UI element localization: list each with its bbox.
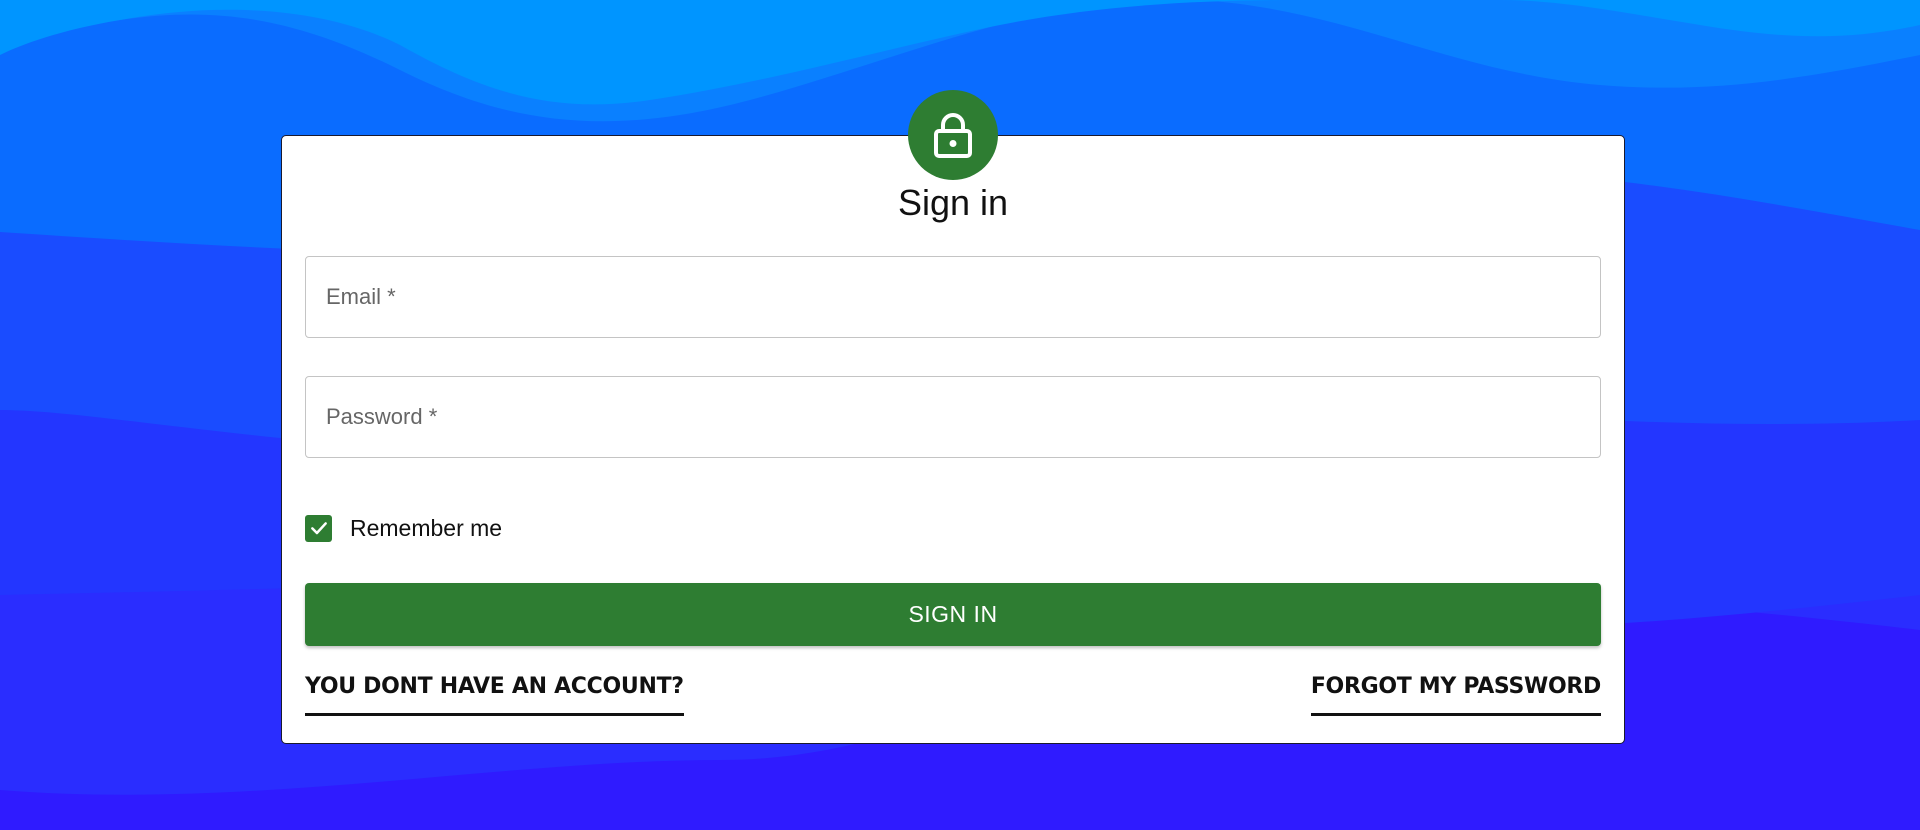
page-title: Sign in [897,182,1009,223]
forgot-password-link[interactable]: FORGOT MY PASSWORD [1310,674,1601,716]
password-field[interactable] [306,377,1600,457]
password-field-wrapper [305,376,1601,458]
check-icon [310,522,327,535]
lock-icon [934,113,972,158]
sign-in-button[interactable]: SIGN IN [305,583,1601,646]
remember-me-checkbox[interactable] [305,514,332,542]
remember-me-row: Remember me [305,513,502,543]
email-field[interactable] [306,257,1600,337]
lock-avatar [908,90,998,180]
signup-link[interactable]: YOU DONT HAVE AN ACCOUNT? [305,674,684,716]
remember-me-label[interactable]: Remember me [350,515,502,542]
login-card: Sign in Remember me SIGN IN YOU DONT HAV… [281,135,1625,744]
email-field-wrapper [305,256,1601,338]
